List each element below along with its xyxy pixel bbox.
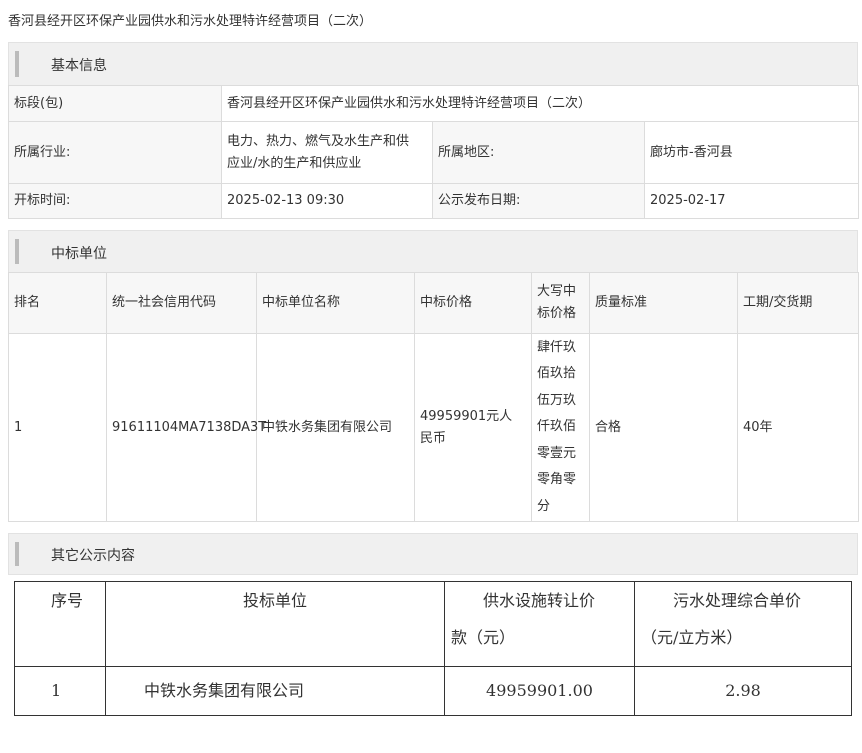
- table-row: 标段(包) 香河县经开区环保产业园供水和污水处理特许经营项目（二次）: [8, 85, 860, 122]
- industry-value-line: 应业/水的生产和供应业: [227, 155, 362, 171]
- basic-info-table: 标段(包) 香河县经开区环保产业园供水和污水处理特许经营项目（二次） 所属行业:…: [8, 85, 860, 219]
- quality-value: 合格: [589, 333, 738, 522]
- basic-info-section-header: 基本信息: [8, 42, 858, 86]
- section-label: 标段(包): [8, 85, 222, 122]
- period-value: 40年: [737, 333, 859, 522]
- industry-value-line: 电力、热力、燃气及水生产和供: [227, 133, 410, 149]
- region-value: 廊坊市-香河县: [643, 121, 860, 184]
- table-row: 开标时间: 2025-02-13 09:30 公示发布日期: 2025-02-1…: [8, 183, 860, 219]
- col-period: 工期/交货期: [737, 272, 859, 334]
- credit-code-value: 91611104MA7138DA3T: [106, 333, 266, 522]
- price-value-line: 49959901元人: [420, 408, 513, 424]
- page-title: 香河县经开区环保产业园供水和污水处理特许经营项目（二次）: [8, 14, 373, 29]
- price-upper-line: 仟玖佰: [537, 419, 577, 435]
- col-bidder: 投标单位: [105, 581, 445, 667]
- section-accent-bar: [15, 239, 19, 264]
- industry-value: 电力、热力、燃气及水生产和供 应业/水的生产和供应业: [221, 121, 433, 184]
- price-upper-line: 肆仟玖: [537, 339, 577, 355]
- col-seq: 序号: [14, 581, 106, 667]
- table-row: 1 中铁水务集团有限公司 49959901.00 2.98: [14, 666, 852, 716]
- table-row: 所属行业: 电力、热力、燃气及水生产和供 应业/水的生产和供应业 所属地区: 廊…: [8, 121, 860, 184]
- seq-value: 1: [14, 666, 106, 716]
- col-sewage-line: 污水处理综合单价: [673, 591, 802, 610]
- col-sewage-price: 污水处理综合单价 （元/立方米）: [634, 581, 852, 667]
- col-supply-price: 供水设施转让价 款（元）: [444, 581, 635, 667]
- open-time-value: 2025-02-13 09:30: [221, 183, 433, 219]
- section-accent-bar: [15, 51, 19, 77]
- region-label: 所属地区:: [432, 121, 645, 184]
- price-value: 49959901元人 民币: [414, 333, 532, 522]
- price-upper-value: 肆仟玖 佰玖拾 伍万玖 仟玖佰 零壹元 零角零 分: [531, 333, 590, 522]
- sewage-value: 2.98: [634, 666, 852, 716]
- price-upper-line: 伍万玖: [537, 392, 577, 408]
- col-supply-line: 款（元）: [451, 628, 516, 647]
- col-price-upper-line: 标价格: [537, 306, 577, 321]
- other-title: 其它公示内容: [51, 548, 135, 564]
- price-upper-line: 零角零: [537, 472, 577, 488]
- table-row: 1 91611104MA7138DA3T 中铁水务集团有限公司 49959901…: [8, 333, 859, 522]
- col-quality: 质量标准: [589, 272, 738, 334]
- winner-table: 排名 统一社会信用代码 中标单位名称 中标价格 大写中 标价格 质量标准 工期/…: [8, 272, 859, 522]
- col-price-upper-line: 大写中: [537, 284, 577, 299]
- col-sewage-line: （元/立方米）: [641, 628, 743, 647]
- open-time-label: 开标时间:: [8, 183, 222, 219]
- table-row: 排名 统一社会信用代码 中标单位名称 中标价格 大写中 标价格 质量标准 工期/…: [8, 272, 859, 334]
- col-rank: 排名: [8, 272, 107, 334]
- other-table: 序号 投标单位 供水设施转让价 款（元） 污水处理综合单价 （元/立方米） 1 …: [14, 581, 852, 716]
- winner-section-header: 中标单位: [8, 230, 858, 273]
- col-credit-code: 统一社会信用代码: [106, 272, 257, 334]
- publish-date-value: 2025-02-17: [643, 183, 860, 219]
- price-upper-line: 分: [537, 498, 551, 514]
- rank-value: 1: [8, 333, 107, 522]
- col-winner-name: 中标单位名称: [256, 272, 415, 334]
- col-price-upper: 大写中 标价格: [531, 272, 590, 334]
- col-supply-line: 供水设施转让价: [483, 591, 596, 610]
- price-upper-line: 零壹元: [537, 445, 577, 461]
- other-section-header: 其它公示内容: [8, 533, 858, 575]
- price-value-line: 民币: [420, 430, 447, 446]
- winner-title: 中标单位: [51, 246, 107, 262]
- price-upper-line: 佰玖拾: [537, 366, 577, 382]
- industry-label: 所属行业:: [8, 121, 222, 184]
- supply-value: 49959901.00: [444, 666, 635, 716]
- col-price: 中标价格: [414, 272, 532, 334]
- table-row: 序号 投标单位 供水设施转让价 款（元） 污水处理综合单价 （元/立方米）: [14, 581, 852, 667]
- section-accent-bar: [15, 542, 19, 566]
- section-value: 香河县经开区环保产业园供水和污水处理特许经营项目（二次）: [220, 85, 860, 122]
- publish-date-label: 公示发布日期:: [432, 183, 645, 219]
- bidder-value: 中铁水务集团有限公司: [105, 666, 445, 716]
- basic-info-title: 基本信息: [51, 58, 107, 74]
- winner-name-value: 中铁水务集团有限公司: [256, 333, 415, 522]
